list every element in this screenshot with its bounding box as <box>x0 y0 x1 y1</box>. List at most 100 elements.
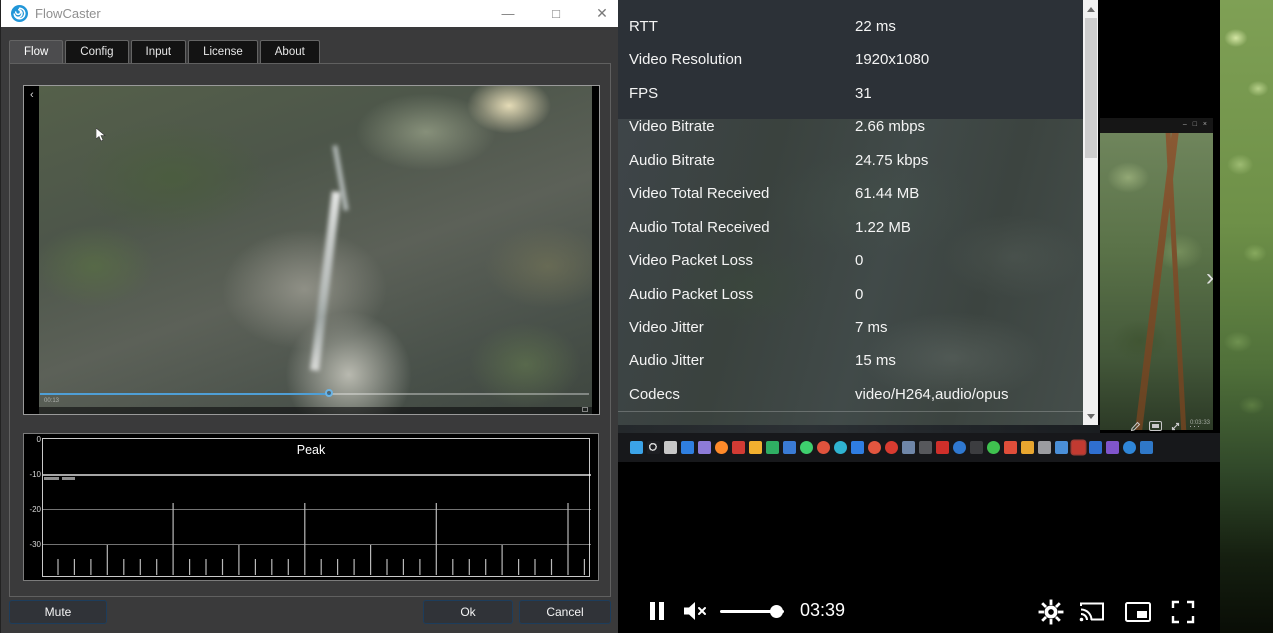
taskbar-app-icon <box>1055 441 1068 454</box>
volume-slider[interactable] <box>720 610 784 613</box>
taskbar-app-icon <box>851 441 864 454</box>
settings-gear-icon[interactable] <box>1038 599 1064 625</box>
tree-window-titlebar: – □ × <box>1100 118 1213 133</box>
peak-meter: 0 -10 -20 -30 Peak <box>23 433 599 581</box>
taskbar-app-icon <box>817 441 830 454</box>
stats-value: 61.44 MB <box>855 185 919 202</box>
next-chevron[interactable]: › <box>1206 266 1214 290</box>
stats-value: 0 <box>855 252 863 269</box>
stats-value: 1920x1080 <box>855 51 929 68</box>
pause-button[interactable] <box>648 600 666 622</box>
stats-row: Video Packet Loss 0 <box>618 245 1083 278</box>
taskbar-app-icon <box>834 441 847 454</box>
tab[interactable]: Config <box>65 40 128 63</box>
stats-label: Audio Bitrate <box>629 152 715 169</box>
stats-value: video/H264,audio/opus <box>855 386 1008 403</box>
stats-label: Audio Total Received <box>629 219 770 236</box>
tab[interactable]: Flow <box>9 40 63 63</box>
preview-progress-knob[interactable] <box>325 389 333 397</box>
stats-label: Video Total Received <box>629 185 769 202</box>
stats-label: Video Resolution <box>629 51 742 68</box>
preview-video-frame: 00:13 <box>39 86 592 414</box>
peak-ylabel-30: -30 <box>25 540 41 549</box>
volume-knob[interactable] <box>770 605 783 618</box>
stats-value: 24.75 kbps <box>855 152 928 169</box>
miniplayer-icon[interactable] <box>1124 600 1152 624</box>
taskbar-app-icon <box>749 441 762 454</box>
stats-rows: RTT 22 ms Video Resolution 1920x1080 FPS… <box>618 0 1083 412</box>
stats-value: 0 <box>855 286 863 303</box>
taskbar-app-icon <box>902 441 915 454</box>
stats-label: Video Packet Loss <box>629 252 753 269</box>
taskbar-app-icon <box>732 441 745 454</box>
minimize-button[interactable]: — <box>491 0 525 27</box>
tab-strip: Flow Config Input License About <box>9 40 322 63</box>
desktop-taskbar <box>618 433 1220 462</box>
tab[interactable]: License <box>188 40 258 63</box>
taskbar-app-icon <box>1004 441 1017 454</box>
taskbar-app-icon <box>970 441 983 454</box>
taskbar-app-icon <box>1021 441 1034 454</box>
cancel-button[interactable]: Cancel <box>519 600 611 624</box>
taskbar-app-icon <box>885 441 898 454</box>
stats-label: RTT <box>629 18 658 35</box>
stats-row: Video Jitter 7 ms <box>618 312 1083 345</box>
stats-row: Codecs video/H264,audio/opus <box>618 379 1083 412</box>
mute-speaker-icon[interactable] <box>682 599 710 623</box>
stats-label: Video Jitter <box>629 319 704 336</box>
more-options-icon: ··· <box>1189 421 1201 431</box>
peak-ylabel-10: -10 <box>25 470 41 479</box>
taskbar-app-icon <box>630 441 643 454</box>
fullscreen-icon[interactable] <box>1170 599 1196 625</box>
screen-frame-icon <box>1149 421 1162 431</box>
tree-window-video: 0:03:33 <box>1100 133 1213 430</box>
video-sliver <box>618 425 1100 433</box>
tree-trunk <box>1165 133 1188 430</box>
mute-button[interactable]: Mute <box>9 600 107 624</box>
stats-label: Audio Packet Loss <box>629 286 753 303</box>
tab[interactable]: Input <box>131 40 187 63</box>
taskbar-app-icon <box>800 441 813 454</box>
stats-row: Audio Bitrate 24.75 kbps <box>618 145 1083 178</box>
taskbar-app-icon <box>647 441 660 454</box>
scrollbar-thumb[interactable] <box>1085 18 1097 158</box>
ok-button[interactable]: Ok <box>423 600 513 624</box>
taskbar-app-icon <box>1123 441 1136 454</box>
preview-progress-track[interactable] <box>40 393 589 395</box>
preview-fullscreen-icon[interactable] <box>582 407 588 412</box>
taskbar-app-icon <box>1089 441 1102 454</box>
waterfall-highlight <box>310 191 341 371</box>
next-video-strip <box>1220 0 1273 633</box>
back-chevron-icon[interactable]: ‹ <box>30 90 34 101</box>
titlebar: FlowCaster — □ ✕ <box>1 0 619 27</box>
resize-arrows-icon <box>1170 421 1181 432</box>
taskbar-app-icon <box>953 441 966 454</box>
stats-value: 2.66 mbps <box>855 118 925 135</box>
stats-scrollbar[interactable] <box>1083 0 1098 425</box>
tab[interactable]: About <box>260 40 320 63</box>
cast-icon[interactable] <box>1078 600 1106 624</box>
stats-value: 15 ms <box>855 352 896 369</box>
taskbar-app-icon <box>783 441 796 454</box>
taskbar-app-icon <box>936 441 949 454</box>
maximize-button[interactable]: □ <box>539 0 573 27</box>
annotation-toolbar: ··· <box>1130 419 1220 433</box>
window-title: FlowCaster <box>35 6 101 21</box>
scroll-up-arrow-icon[interactable] <box>1087 7 1095 12</box>
taskbar-app-icon <box>919 441 932 454</box>
tree-video-window: – □ × 0:03:33 <box>1100 118 1213 430</box>
stats-overlay-panel: RTT 22 ms Video Resolution 1920x1080 FPS… <box>618 0 1083 425</box>
screen: FlowCaster — □ ✕ Flow Config Input Licen… <box>0 0 1273 633</box>
stats-label: Audio Jitter <box>629 352 704 369</box>
stats-label: Video Bitrate <box>629 118 715 135</box>
taskbar-app-icon <box>715 441 728 454</box>
flowcaster-window: FlowCaster — □ ✕ Flow Config Input Licen… <box>0 0 618 633</box>
close-button[interactable]: ✕ <box>585 0 619 27</box>
scroll-down-arrow-icon[interactable] <box>1087 414 1095 419</box>
pencil-icon <box>1130 421 1141 432</box>
taskbar-app-icon <box>766 441 779 454</box>
taskbar-app-icon <box>1072 441 1085 454</box>
stats-row: Audio Jitter 15 ms <box>618 345 1083 378</box>
flowcaster-logo-icon <box>11 5 28 22</box>
taskbar-app-icon <box>1140 441 1153 454</box>
